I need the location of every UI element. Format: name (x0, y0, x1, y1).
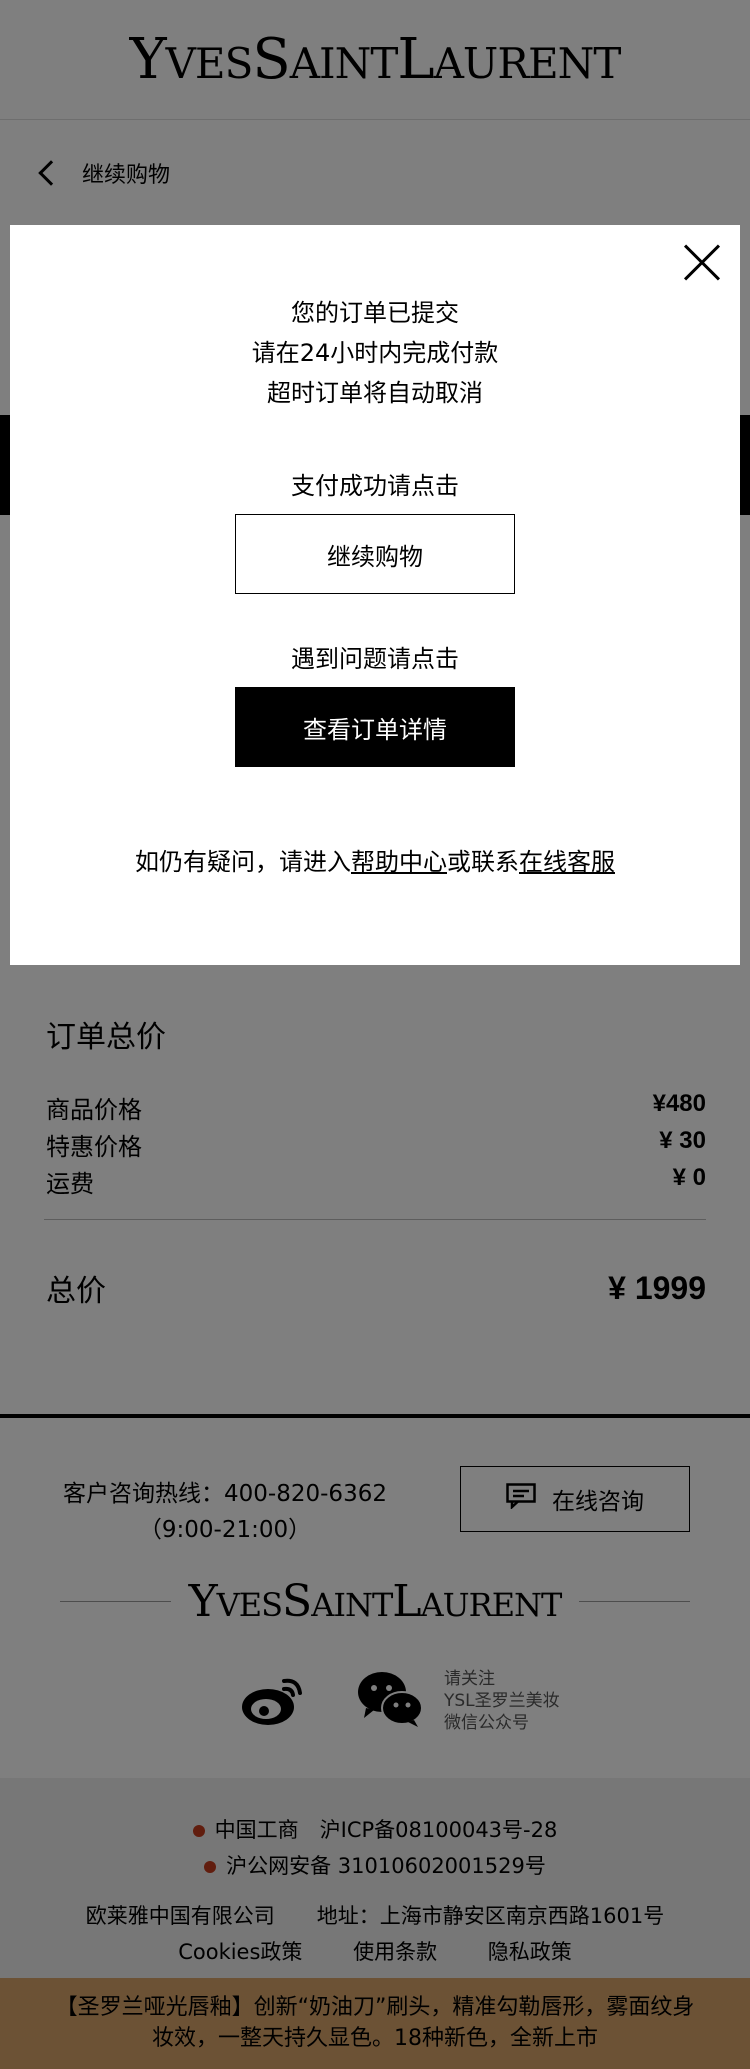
help-text: 如仍有疑问，请进入帮助中心或联系在线客服 (135, 848, 615, 876)
view-order-details-button[interactable]: 查看订单详情 (235, 687, 515, 767)
modal-message-line: 超时订单将自动取消 (267, 379, 483, 407)
order-confirmation-page: YVESSAINTLAURENT 继续购物 订单总价 商品价格 ¥480 特惠价… (0, 0, 750, 2069)
modal-message-line: 您的订单已提交 (291, 299, 459, 327)
order-submitted-modal: 您的订单已提交 请在24小时内完成付款 超时订单将自动取消 支付成功请点击 继续… (10, 225, 740, 965)
modal-message-line: 请在24小时内完成付款 (251, 339, 499, 367)
continue-shopping-button[interactable]: 继续购物 (235, 514, 515, 594)
pay-success-prompt: 支付成功请点击 (291, 472, 459, 500)
help-center-link[interactable]: 帮助中心 (351, 848, 447, 876)
online-service-link[interactable]: 在线客服 (519, 848, 615, 876)
problem-prompt: 遇到问题请点击 (291, 645, 459, 673)
close-icon[interactable] (682, 243, 722, 283)
